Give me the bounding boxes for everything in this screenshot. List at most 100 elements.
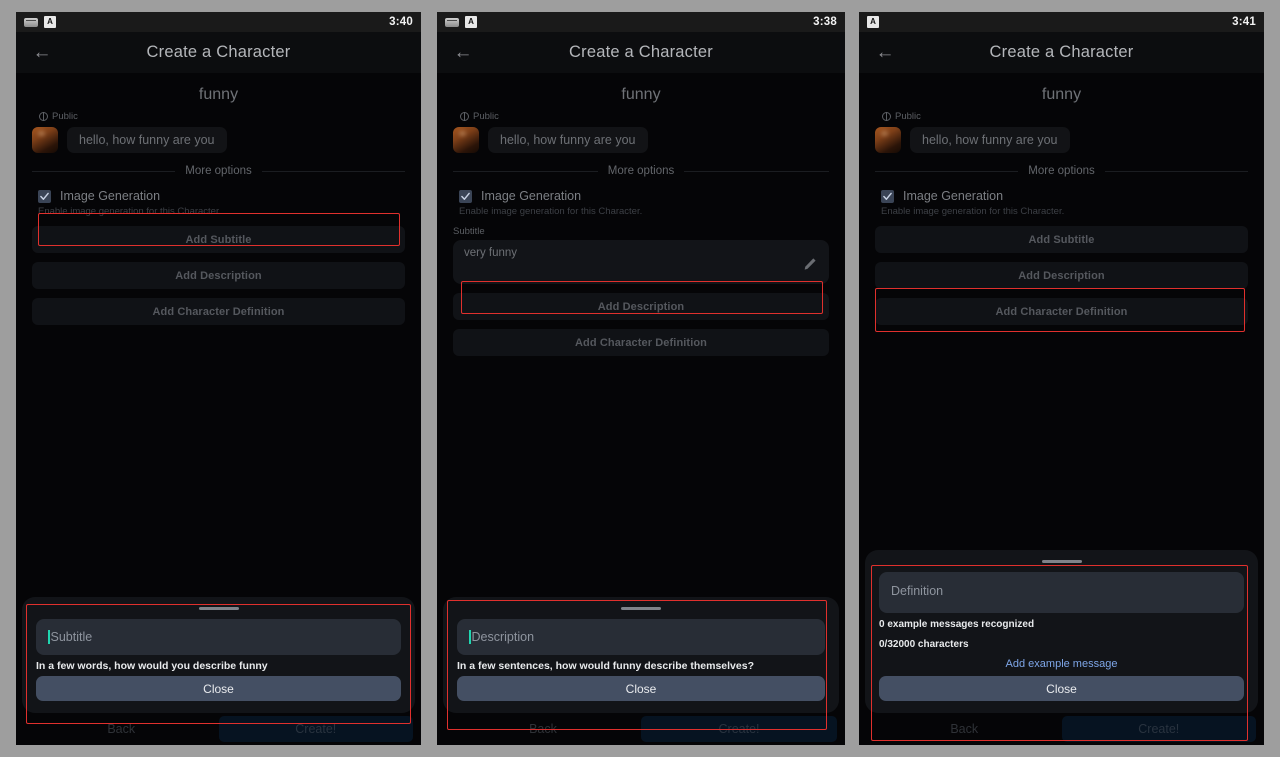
app-bar: ← Create a Character: [859, 32, 1264, 73]
phone-panel-3: A 3:41 ← Create a Character funny Public…: [859, 12, 1264, 745]
definition-bottom-sheet: Definition 0 example messages recognized…: [865, 550, 1258, 713]
image-generation-row[interactable]: Image Generation: [453, 189, 829, 203]
image-generation-label: Image Generation: [60, 189, 161, 203]
pencil-icon[interactable]: [803, 257, 817, 276]
app-icon: A: [44, 16, 56, 28]
back-arrow-icon[interactable]: ←: [865, 32, 905, 73]
back-button[interactable]: Back: [24, 722, 219, 736]
text-caret: [469, 630, 471, 644]
add-character-definition-button[interactable]: Add Character Definition: [875, 298, 1248, 325]
more-options-divider: More options: [453, 165, 830, 177]
status-bar-clock: 3:40: [389, 16, 413, 28]
status-bar-clock: 3:41: [1232, 16, 1256, 28]
divider-line-right: [684, 170, 830, 172]
avatar[interactable]: [32, 127, 58, 153]
character-count: 0/32000 characters: [879, 638, 969, 650]
keyboard-icon: [445, 17, 459, 27]
visibility-row[interactable]: Public: [32, 111, 405, 122]
greeting-bubble[interactable]: hello, how funny are you: [67, 127, 227, 153]
status-bar-icons: A: [445, 16, 477, 28]
screenshot-stage: A 3:40 ← Create a Character funny Public…: [0, 0, 1280, 757]
status-bar: A 3:40: [16, 12, 421, 32]
add-description-button[interactable]: Add Description: [875, 262, 1248, 289]
image-generation-checkbox[interactable]: [38, 189, 51, 203]
greeting-row: hello, how funny are you: [453, 127, 829, 153]
page-title: Create a Character: [989, 43, 1134, 61]
globe-icon: [882, 112, 891, 121]
greeting-row: hello, how funny are you: [875, 127, 1248, 153]
phone-panel-1: A 3:40 ← Create a Character funny Public…: [16, 12, 421, 745]
avatar[interactable]: [453, 127, 479, 153]
sheet-grabber[interactable]: [1041, 560, 1082, 563]
subtitle-hint: In a few words, how would you describe f…: [36, 660, 268, 672]
image-generation-label: Image Generation: [903, 189, 1004, 203]
close-button[interactable]: Close: [36, 676, 401, 701]
image-generation-checkbox[interactable]: [459, 189, 472, 203]
sheet-grabber[interactable]: [198, 607, 239, 610]
back-button[interactable]: Back: [445, 722, 641, 736]
keyboard-icon: [24, 17, 38, 27]
add-character-definition-button[interactable]: Add Character Definition: [32, 298, 405, 325]
more-options-divider: More options: [875, 165, 1249, 177]
subtitle-input-placeholder: Subtitle: [50, 630, 93, 644]
globe-icon: [460, 112, 469, 121]
character-name: funny: [1041, 86, 1082, 103]
greeting-bubble[interactable]: hello, how funny are you: [488, 127, 648, 153]
divider-line-left: [453, 170, 598, 172]
bottom-nav-bar: Back Create!: [437, 713, 845, 745]
more-options-label: More options: [607, 165, 675, 177]
app-bar: ← Create a Character: [16, 32, 421, 73]
image-generation-checkbox[interactable]: [881, 189, 894, 203]
create-button[interactable]: Create!: [641, 716, 837, 742]
add-character-definition-button[interactable]: Add Character Definition: [453, 329, 829, 356]
greeting-bubble[interactable]: hello, how funny are you: [910, 127, 1070, 153]
add-description-button[interactable]: Add Description: [453, 293, 829, 320]
divider-line-right: [261, 170, 406, 172]
create-button[interactable]: Create!: [218, 716, 413, 742]
subtitle-input[interactable]: Subtitle: [36, 619, 401, 655]
create-button[interactable]: Create!: [1061, 716, 1256, 742]
more-options-divider: More options: [32, 165, 406, 177]
status-bar-icons: A: [24, 16, 56, 28]
description-input[interactable]: Description: [457, 619, 825, 655]
visibility-row[interactable]: Public: [453, 111, 829, 122]
page-title: Create a Character: [569, 43, 713, 61]
image-generation-description: Enable image generation for this Charact…: [459, 206, 643, 217]
add-example-message-link[interactable]: Add example message: [879, 658, 1244, 670]
image-generation-description: Enable image generation for this Charact…: [38, 206, 222, 217]
subtitle-field[interactable]: very funny: [453, 240, 829, 284]
close-button[interactable]: Close: [879, 676, 1244, 701]
status-bar-icons: A: [867, 16, 879, 28]
add-subtitle-button[interactable]: Add Subtitle: [32, 226, 405, 253]
image-generation-row[interactable]: Image Generation: [875, 189, 1248, 203]
back-arrow-icon[interactable]: ←: [22, 32, 62, 73]
avatar[interactable]: [875, 127, 901, 153]
more-options-label: More options: [1028, 165, 1095, 177]
image-generation-label: Image Generation: [481, 189, 582, 203]
visibility-row[interactable]: Public: [875, 111, 1248, 122]
bottom-nav-bar: Back Create!: [16, 713, 421, 745]
description-bottom-sheet: Description In a few sentences, how woul…: [443, 597, 839, 713]
description-input-placeholder: Description: [471, 630, 535, 644]
greeting-row: hello, how funny are you: [32, 127, 405, 153]
close-button[interactable]: Close: [457, 676, 825, 701]
phone-panel-2: A 3:38 ← Create a Character funny Public…: [437, 12, 845, 745]
app-icon: A: [465, 16, 477, 28]
status-bar: A 3:38: [437, 12, 845, 32]
image-generation-row[interactable]: Image Generation: [32, 189, 405, 203]
definition-input[interactable]: Definition: [879, 572, 1244, 613]
subtitle-bottom-sheet: Subtitle In a few words, how would you d…: [22, 597, 415, 713]
divider-line-left: [875, 170, 1019, 172]
add-description-button[interactable]: Add Description: [32, 262, 405, 289]
visibility-label: Public: [52, 111, 78, 122]
back-arrow-icon[interactable]: ←: [443, 32, 483, 73]
subtitle-field-value: very funny: [464, 247, 518, 259]
app-icon: A: [867, 16, 879, 28]
character-name: funny: [198, 86, 239, 103]
character-name: funny: [621, 86, 661, 103]
back-button[interactable]: Back: [867, 722, 1062, 736]
more-options-label: More options: [185, 165, 252, 177]
sheet-grabber[interactable]: [621, 607, 661, 610]
definition-input-placeholder: Definition: [891, 584, 944, 598]
add-subtitle-button[interactable]: Add Subtitle: [875, 226, 1248, 253]
